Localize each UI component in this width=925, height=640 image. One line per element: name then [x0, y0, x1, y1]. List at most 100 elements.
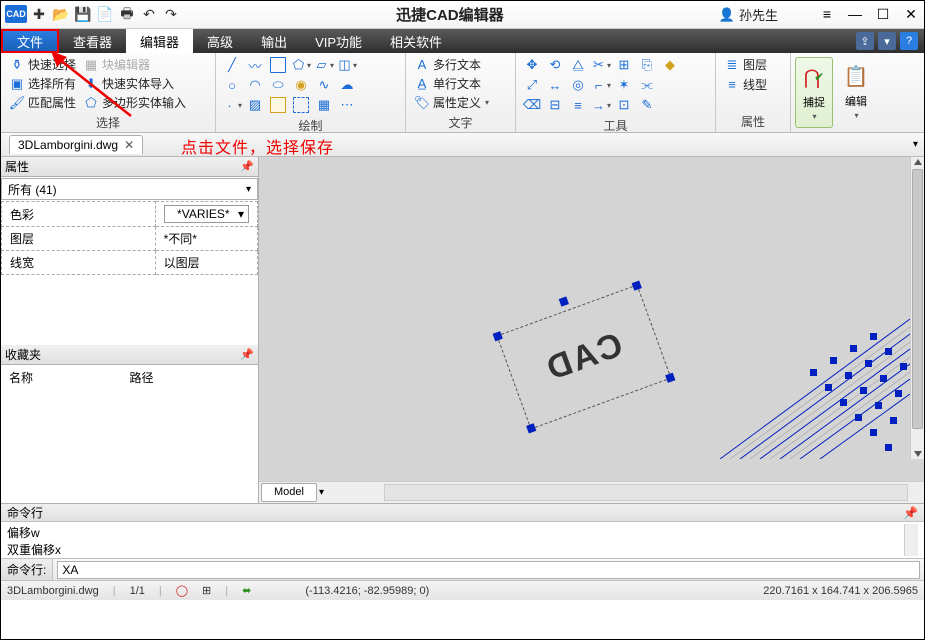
point-icon[interactable]: ·▾ — [222, 95, 242, 115]
quick-select-button[interactable]: ⚱快速选择 — [7, 55, 78, 74]
save-icon[interactable]: 💾 — [73, 5, 93, 25]
boundary-icon[interactable] — [291, 95, 311, 115]
shape2-icon[interactable]: ◫▾ — [337, 55, 357, 75]
open-icon[interactable]: 📂 — [51, 5, 71, 25]
explode-icon[interactable]: ✶ — [614, 75, 634, 95]
drawing-content — [690, 299, 910, 459]
offset-icon[interactable]: ◎ — [568, 75, 588, 95]
rect-icon[interactable] — [268, 55, 288, 75]
tab-editor[interactable]: 编辑器 — [126, 29, 193, 53]
status-page: 1/1 — [130, 585, 145, 597]
tab-vip[interactable]: VIP功能 — [301, 29, 376, 53]
drawing-canvas[interactable]: CAD — [259, 157, 924, 481]
region-icon[interactable] — [268, 95, 288, 115]
cloud-icon[interactable]: ☁ — [337, 75, 357, 95]
pin-icon-3[interactable]: 📌 — [903, 506, 918, 520]
stext-button[interactable]: A̲单行文本 — [412, 74, 509, 93]
edit-button[interactable]: 📋 编辑 ▾ — [837, 57, 875, 128]
yellow-icon[interactable]: ◆ — [660, 55, 680, 75]
redo-icon[interactable]: ↷ — [161, 5, 181, 25]
status-icon-3[interactable]: ⬌ — [242, 584, 251, 597]
share-icon[interactable]: ⇪ — [856, 32, 874, 50]
ellipse-icon[interactable]: ⬭ — [268, 75, 288, 95]
tab-output[interactable]: 输出 — [247, 29, 301, 53]
fillet-icon[interactable]: ⌐▾ — [591, 75, 611, 95]
erase-icon[interactable]: ⌫ — [522, 95, 542, 115]
undo-icon[interactable]: ↶ — [139, 5, 159, 25]
spline-icon[interactable]: ∿ — [314, 75, 334, 95]
app-logo: CAD — [5, 5, 27, 23]
poly-input-button[interactable]: ⬠多边形实体输入 — [81, 93, 188, 112]
move-icon[interactable]: ✥ — [522, 55, 542, 75]
quick-import-button[interactable]: ⬇快速实体导入 — [81, 74, 176, 93]
new-icon[interactable]: ✚ — [29, 5, 49, 25]
edit-poly-icon[interactable]: ✎ — [637, 95, 657, 115]
select-all-icon: ▣ — [9, 76, 25, 92]
pin-icon-2[interactable]: 📌 — [240, 348, 254, 361]
shape1-icon[interactable]: ▱▾ — [314, 55, 334, 75]
copy-icon[interactable]: ⎘ — [637, 55, 657, 75]
prop-row-layer[interactable]: 图层*不同* — [2, 227, 258, 251]
tab-advanced[interactable]: 高级 — [193, 29, 247, 53]
match-props-button[interactable]: 🖌匹配属性 — [7, 93, 78, 112]
status-icon-2[interactable]: ⊞ — [202, 584, 211, 597]
close-icon[interactable]: ✕ — [902, 6, 920, 23]
arc-icon[interactable]: ◠ — [245, 75, 265, 95]
close-tab-icon[interactable]: ✕ — [124, 138, 134, 152]
status-icon-1[interactable]: ◯ — [176, 584, 188, 597]
mtext-icon: A — [414, 57, 430, 73]
donut-icon[interactable]: ◉ — [291, 75, 311, 95]
minimize-icon[interactable]: — — [846, 6, 864, 23]
cmd-input[interactable] — [57, 561, 920, 579]
help-icon[interactable]: ? — [900, 32, 918, 50]
selection-box[interactable]: CAD — [496, 284, 671, 429]
tab-dropdown-icon[interactable]: ▾ — [913, 139, 918, 150]
cmd-panel-header: 命令行📌 — [1, 504, 924, 522]
menu-icon[interactable]: ≡ — [818, 6, 836, 23]
pin-icon[interactable]: 📌 — [240, 160, 254, 173]
tab-file[interactable]: 文件 — [1, 29, 59, 53]
hatch-icon[interactable]: ▨ — [245, 95, 265, 115]
scale-icon[interactable]: ⤢ — [522, 75, 542, 95]
stretch-icon[interactable]: ↔ — [545, 75, 565, 95]
user-info[interactable]: 👤 孙先生 — [719, 5, 778, 24]
filter-combo[interactable]: 所有 (41)▾ — [1, 178, 258, 200]
status-bar: 3DLamborgini.dwg | 1/1 | ◯ ⊞ | ⬌ (-113.4… — [1, 580, 924, 600]
chevron-down-icon[interactable]: ▾ — [878, 32, 896, 50]
maximize-icon[interactable]: ☐ — [874, 6, 892, 23]
cmd-history: 偏移w双重偏移x — [7, 524, 904, 556]
more-draw-icon[interactable]: ⋯ — [337, 95, 357, 115]
group-icon[interactable]: ⊡ — [614, 95, 634, 115]
linetype-button[interactable]: ≡线型 — [722, 75, 784, 94]
vertical-scrollbar[interactable] — [910, 157, 924, 459]
rotate-icon[interactable]: ⟲ — [545, 55, 565, 75]
table-icon[interactable]: ▦ — [314, 95, 334, 115]
line-icon[interactable]: ╱ — [222, 55, 242, 75]
tab-viewer[interactable]: 查看器 — [59, 29, 126, 53]
prop-row-lweight[interactable]: 线宽以图层 — [2, 251, 258, 275]
layer-button[interactable]: ≣图层 — [722, 55, 784, 74]
select-all-button[interactable]: ▣选择所有 — [7, 74, 78, 93]
horizontal-scrollbar[interactable] — [384, 484, 908, 501]
attdef-button[interactable]: 🏷属性定义▾ — [412, 93, 509, 112]
snap-button[interactable]: ⋂✔ 捕捉 ▾ — [795, 57, 833, 128]
break-icon[interactable]: ⊟ — [545, 95, 565, 115]
tab-arrow-icon[interactable]: ▾ — [319, 487, 324, 498]
pdf-icon[interactable]: 📄 — [95, 5, 115, 25]
align-icon[interactable]: ≡ — [568, 95, 588, 115]
join-icon[interactable]: ⫘ — [637, 75, 657, 95]
mirror-icon[interactable]: ⧋ — [568, 55, 588, 75]
prop-row-color[interactable]: 色彩 *VARIES*▾ — [2, 202, 258, 227]
array-icon[interactable]: ⊞ — [614, 55, 634, 75]
mtext-button[interactable]: A多行文本 — [412, 55, 509, 74]
tab-related[interactable]: 相关软件 — [376, 29, 456, 53]
doc-tab[interactable]: 3DLamborgini.dwg ✕ — [9, 135, 143, 154]
model-tab[interactable]: Model — [261, 483, 317, 502]
polyline-icon[interactable]: 〰 — [245, 55, 265, 75]
polygon-draw-icon[interactable]: ⬠▾ — [291, 55, 311, 75]
extend-icon[interactable]: →▾ — [591, 95, 611, 115]
cmd-scrollbar[interactable] — [904, 524, 918, 556]
print-icon[interactable]: 🖶 — [117, 5, 137, 25]
trim-icon[interactable]: ✂▾ — [591, 55, 611, 75]
circle-icon[interactable]: ○ — [222, 75, 242, 95]
